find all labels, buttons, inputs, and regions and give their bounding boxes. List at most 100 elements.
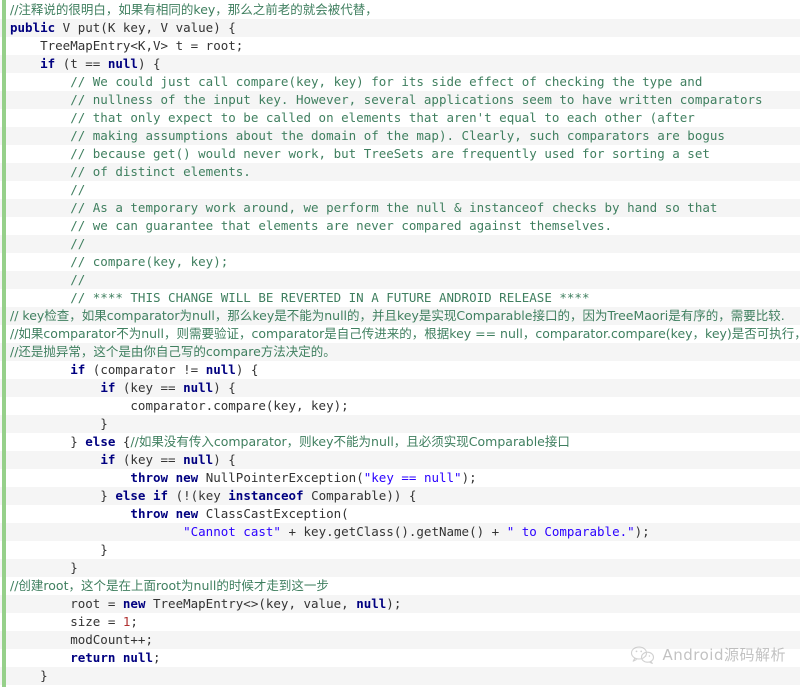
code-line: root = new TreeMapEntry<>(key, value, nu… bbox=[0, 595, 800, 613]
code-token-kw: null bbox=[183, 452, 214, 467]
code-line: // that only expect to be called on elem… bbox=[0, 109, 800, 127]
code-token-cm: // bbox=[10, 272, 86, 287]
code-block: //注释说的很明白，如果有相同的key，那么之前老的就会被代替， public V… bbox=[0, 0, 800, 687]
code-accent-stripe bbox=[2, 0, 6, 687]
code-token-pl: (key == bbox=[115, 452, 184, 467]
code-token-kw: instanceof bbox=[228, 488, 304, 503]
code-line: TreeMapEntry<K,V> t = root; bbox=[0, 37, 800, 55]
code-token-pl: (comparator != bbox=[85, 362, 206, 377]
code-token-cmcn: //创建root，这个是在上面root为null的时候才走到这一步 bbox=[10, 578, 329, 593]
code-line: } else if (!(key instanceof Comparable))… bbox=[0, 487, 800, 505]
code-token-pl: TreeMapEntry<K,V> t = root; bbox=[10, 38, 244, 53]
code-line: } bbox=[0, 559, 800, 577]
code-token-cmcn: //还是抛异常，这个是由你自己写的compare方法决定的。 bbox=[10, 344, 336, 359]
code-line-list: //注释说的很明白，如果有相同的key，那么之前老的就会被代替， public V… bbox=[0, 1, 800, 685]
code-token-pl: ) { bbox=[235, 362, 259, 377]
code-token-kw: throw bbox=[130, 470, 169, 485]
code-line: } bbox=[0, 541, 800, 559]
code-line: if (t == null) { bbox=[0, 55, 800, 73]
code-token-pl: ; bbox=[130, 614, 138, 629]
code-line: // making assumptions about the domain o… bbox=[0, 127, 800, 145]
code-token-kw: new bbox=[175, 470, 199, 485]
code-token-pl: comparator.compare(key, key); bbox=[10, 398, 349, 413]
code-token-cm: // of distinct elements. bbox=[10, 164, 251, 179]
code-token-pl: (key == bbox=[115, 380, 184, 395]
code-line: modCount++; bbox=[0, 631, 800, 649]
code-line: // We could just call compare(key, key) … bbox=[0, 73, 800, 91]
code-token-cm: // we can guarantee that elements are ne… bbox=[10, 218, 613, 233]
code-token-cm: // making assumptions about the domain o… bbox=[10, 128, 725, 143]
code-token-kw: throw bbox=[130, 506, 169, 521]
code-token-pl: ) { bbox=[213, 380, 236, 395]
code-token-kw: new bbox=[122, 596, 146, 611]
code-line: } else {//如果没有传入comparator，则key不能为null，且… bbox=[0, 433, 800, 451]
code-line: //如果comparator不为null，则需要验证，comparator是自己… bbox=[0, 325, 800, 343]
code-line: // compare(key, key); bbox=[0, 253, 800, 271]
code-token-kw: null bbox=[205, 362, 236, 377]
code-line: // nullness of the input key. However, s… bbox=[0, 91, 800, 109]
code-token-pl: + key.getClass().getName() + bbox=[280, 524, 507, 539]
code-token-pl: root = bbox=[10, 596, 123, 611]
code-line: } bbox=[0, 667, 800, 685]
code-token-pl: } bbox=[10, 560, 78, 575]
code-token-kw: return bbox=[70, 650, 116, 665]
code-token-pl: } bbox=[10, 416, 108, 431]
code-token-kw: else bbox=[85, 434, 116, 449]
code-line: throw new NullPointerException("key == n… bbox=[0, 469, 800, 487]
code-token-cmcn: //如果没有传入comparator，则key不能为null，且必须实现Comp… bbox=[130, 434, 570, 449]
code-token-kw: if bbox=[100, 380, 116, 395]
code-token-pl: ); bbox=[386, 596, 402, 611]
code-token-kw: new bbox=[175, 506, 199, 521]
code-line: //还是抛异常，这个是由你自己写的compare方法决定的。 bbox=[0, 343, 800, 361]
code-token-cm: // **** THIS CHANGE WILL BE REVERTED IN … bbox=[10, 290, 590, 305]
code-line: return null; bbox=[0, 649, 800, 667]
code-token-kw: public bbox=[10, 20, 56, 35]
code-line: if (comparator != null) { bbox=[0, 361, 800, 379]
code-token-pl: } bbox=[10, 488, 116, 503]
code-token-kw: if bbox=[153, 488, 169, 503]
code-line: // key检查，如果comparator为null，那么key是不能为null… bbox=[0, 307, 800, 325]
code-token-cm: // nullness of the input key. However, s… bbox=[10, 92, 763, 107]
code-token-pl: ); bbox=[634, 524, 650, 539]
code-token-kw: null bbox=[356, 596, 387, 611]
code-token-str: "Cannot cast" bbox=[183, 524, 281, 539]
code-token-pl: } bbox=[10, 542, 108, 557]
code-token-kw: null bbox=[107, 56, 138, 71]
code-token-cmcn: //注释说的很明白，如果有相同的key，那么之前老的就会被代替， bbox=[10, 2, 378, 17]
code-token-kw: else bbox=[115, 488, 146, 503]
code-token-cm: // As a temporary work around, we perfor… bbox=[10, 200, 718, 215]
code-token-cm: // because get() would never work, but T… bbox=[10, 146, 710, 161]
code-token-pl: ); bbox=[461, 470, 477, 485]
code-token-pl: (t == bbox=[55, 56, 108, 71]
code-token-pl: } bbox=[10, 434, 86, 449]
code-token-pl: NullPointerException( bbox=[198, 470, 364, 485]
code-line: // **** THIS CHANGE WILL BE REVERTED IN … bbox=[0, 289, 800, 307]
code-token-str: "key == null" bbox=[363, 470, 462, 485]
code-line: // As a temporary work around, we perfor… bbox=[0, 199, 800, 217]
code-token-cm: // compare(key, key); bbox=[10, 254, 229, 269]
code-token-kw: if bbox=[100, 452, 116, 467]
code-token-kw: if bbox=[70, 362, 86, 377]
code-token-kw: null bbox=[183, 380, 214, 395]
code-token-cmcn: //如果comparator不为null，则需要验证，comparator是自己… bbox=[10, 326, 800, 341]
code-line: } bbox=[0, 415, 800, 433]
code-line: throw new ClassCastException( bbox=[0, 505, 800, 523]
code-line: public V put(K key, V value) { bbox=[0, 19, 800, 37]
code-line: size = 1; bbox=[0, 613, 800, 631]
code-token-pl: (!(key bbox=[168, 488, 229, 503]
code-token-cm: // bbox=[10, 236, 86, 251]
code-token-pl: V put(K key, V value) { bbox=[55, 20, 236, 35]
code-token-cm: // that only expect to be called on elem… bbox=[10, 110, 695, 125]
code-line: // bbox=[0, 235, 800, 253]
